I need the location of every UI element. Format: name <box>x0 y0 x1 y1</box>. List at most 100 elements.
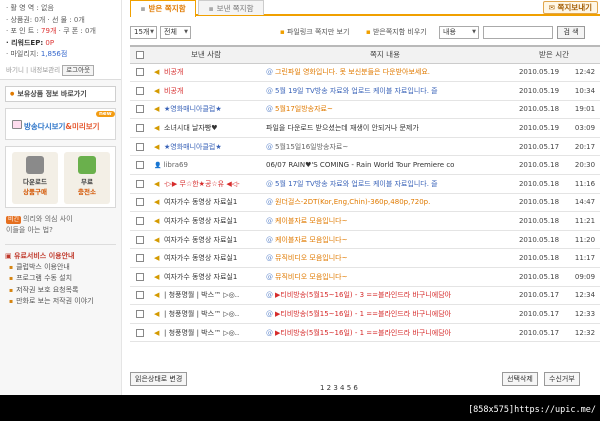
table-row[interactable]: ◀ 비공개 @ 그린파일 영화입니다. 못 보신분들은 다운받아보세요. 2010.05… <box>130 63 600 83</box>
table-row[interactable]: 👤 libra69 06/07 RAIN♥'S COMING - Rain Worl… <box>130 155 600 176</box>
tab-received[interactable]: ▪ 받은 쪽지함 <box>130 0 196 17</box>
table-row[interactable]: ◀ 여자가수 동영상 자료실1 @ 원더걸스-2DT(Kor,Eng,Chin)-36… <box>130 193 600 213</box>
file-link-only-link[interactable]: 파일링크 쪽지만 보기 <box>280 27 349 38</box>
table-row[interactable]: ◀ -▷▶ 무☆한★공☆유 ◀◁- @5월 17일 TV방송 자료와 업로드 케이블… <box>130 174 600 194</box>
sender-name[interactable]: | 청풍명월 | 박스™ ▷◎.. <box>164 291 239 299</box>
promo-text[interactable]: 비긴 의리와 의심 사이 이들을 아는 법? <box>6 214 115 236</box>
row-checkbox[interactable] <box>136 217 144 226</box>
table-row[interactable]: ◀ 여자가수 동영상 자료실1 @ 뮤직비디오 모음입니다~ 2010.05.18 11:… <box>130 248 600 269</box>
logout-button[interactable]: 로그아웃 <box>62 64 95 76</box>
table-row[interactable]: ◀ | 청풍명월 | 박스™ ▷◎.. @ ▶티비방송(5월15~16일) - 1 =… <box>130 323 600 343</box>
sender-name[interactable]: 비공개 <box>164 68 183 76</box>
header-received-time[interactable]: 받은 시간 <box>508 45 600 64</box>
sender-name[interactable]: 비공개 <box>164 87 183 95</box>
message-preview[interactable]: 파일을 다운로드 받으셨는데 재생이 안되거나 문제가 <box>266 124 419 132</box>
row-checkbox[interactable] <box>136 198 144 207</box>
sender-name[interactable]: 여자가수 동영상 자료실1 <box>164 273 237 281</box>
stat-value[interactable]: 79개 <box>41 27 56 35</box>
row-checkbox[interactable] <box>136 105 144 114</box>
message-preview[interactable]: ▶티비방송(5월15~16일) - 1 ==블라인드라 바구니에담아 <box>275 310 451 318</box>
select-all-checkbox[interactable] <box>136 51 144 60</box>
sender-name[interactable]: -▷▶ 무☆한★공☆유 ◀◁- <box>164 180 240 188</box>
message-preview[interactable]: 06/07 RAIN♥'S COMING - Rain World Tour P… <box>266 161 454 169</box>
service-item[interactable]: 프로그램 수동 설치 <box>5 273 116 285</box>
message-preview[interactable]: 5월17일방송자료~ <box>275 105 333 113</box>
sender-name[interactable]: | 청풍명월 | 박스™ ▷◎.. <box>164 310 239 318</box>
row-checkbox[interactable] <box>136 254 144 263</box>
stat-value[interactable]: 0개 <box>85 27 96 35</box>
row-checkbox[interactable] <box>136 86 144 95</box>
sender-name[interactable]: ★영화매니아클럽★ <box>164 143 222 151</box>
search-button[interactable]: 검 색 <box>557 26 585 39</box>
table-row[interactable]: ◀ 비공개 @5월 19일 TV방송 자료와 업로드 케이블 자료입니다. 즐 201… <box>130 81 600 101</box>
sender-name[interactable]: 소녀시대 날자빵♥ <box>164 124 218 132</box>
row-checkbox[interactable] <box>136 161 144 170</box>
stat-value[interactable]: 0P <box>45 39 54 47</box>
message-preview[interactable]: 원더걸스-2DT(Kor,Eng,Chin)-360p,480p,720p. <box>275 198 430 206</box>
pagination[interactable]: 1 2 3 4 5 6 <box>320 384 358 392</box>
message-preview[interactable]: ▶티비방송(5월15~16일) - 1 ==블라인드라 바구니에담아 <box>275 329 451 337</box>
delete-selected-button[interactable]: 선택삭제 <box>502 372 538 386</box>
tab-sent[interactable]: ▪ 보낸 쪽지함 <box>198 0 264 15</box>
row-checkbox[interactable] <box>136 179 144 188</box>
table-row[interactable]: ◀ 소녀시대 날자빵♥ 파일을 다운로드 받으셨는데 재생이 안되거나 문제가 201… <box>130 118 600 138</box>
tab-dot: ▪ <box>140 4 146 13</box>
message-preview[interactable]: 그린파일 영화입니다. 못 보신분들은 다운받아보세요. <box>275 68 430 76</box>
table-row[interactable]: ◀ | 청풍명월 | 박스™ ▷◎.. @ ▶티비방송(5월15~16일) - 1 =… <box>130 304 600 324</box>
owned-products-link[interactable]: 보유상품 정보 바로가기 <box>5 85 116 102</box>
row-checkbox[interactable] <box>136 124 144 133</box>
speaker-icon: ◀ <box>154 86 160 95</box>
message-preview[interactable]: 뮤직비디오 모음입니다~ <box>275 273 348 281</box>
free-charge-button[interactable]: 무료 충전소 <box>64 151 110 204</box>
sender-name[interactable]: 여자가수 동영상 자료실1 <box>164 198 237 206</box>
stat-label: · 포 인 트 : <box>6 27 39 35</box>
row-checkbox[interactable] <box>136 310 144 319</box>
service-item[interactable]: 클럽박스 이용안내 <box>5 262 116 274</box>
service-item[interactable]: 만화로 보는 저작권 이야기 <box>5 296 116 308</box>
stat-giftcard: · 상품권: 0개 · 선 물 : 0개 <box>6 15 115 27</box>
mark-read-button[interactable]: 읽은상태로 변경 <box>130 372 188 386</box>
page-size-select[interactable]: 15개 <box>130 26 157 39</box>
content-cell: @ 뮤직비디오 모음입니다~ <box>262 267 508 287</box>
table-row[interactable]: ◀ ★영화매니아클럽★ @5월17일방송자료~ 2010.05.18 19:01 <box>130 100 600 120</box>
message-preview[interactable]: 뮤직비디오 모음입니다~ <box>275 254 348 262</box>
empty-inbox-link[interactable]: 받은쪽지함 비우기 <box>366 27 427 38</box>
header-content[interactable]: 쪽지 내용 <box>262 45 508 64</box>
stat-value[interactable]: 0개 <box>74 16 85 24</box>
row-checkbox[interactable] <box>136 328 144 337</box>
header-sender[interactable]: 보낸 사람 <box>150 45 262 64</box>
write-message-button[interactable]: ✉ 쪽지보내기 <box>542 1 598 14</box>
block-sender-button[interactable]: 수신거부 <box>544 372 580 386</box>
row-checkbox[interactable] <box>136 291 144 300</box>
search-input[interactable] <box>483 26 553 39</box>
row-checkbox[interactable] <box>136 272 144 281</box>
sender-name[interactable]: 여자가수 동영상 자료실1 <box>164 254 237 262</box>
table-row[interactable]: ◀ 여자가수 동영상 자료실1 @ 케이블자료 모음입니다~ 2010.05.18 11:… <box>130 230 600 250</box>
message-preview[interactable]: 케이블자료 모음입니다~ <box>275 236 348 244</box>
message-preview[interactable]: 5월 17일 TV방송 자료와 업로드 케이블 자료입니다. 즐 <box>275 180 438 188</box>
message-preview[interactable]: 5월 19일 TV방송 자료와 업로드 케이블 자료입니다. 즐 <box>275 87 438 95</box>
stat-value[interactable]: 0개 <box>34 16 45 24</box>
sender-name[interactable]: ★영화매니아클럽★ <box>164 105 222 113</box>
row-checkbox[interactable] <box>136 235 144 244</box>
message-preview[interactable]: 케이블자료 모음입니다~ <box>275 217 348 225</box>
sender-name[interactable]: | 청풍명월 | 박스™ ▷◎.. <box>164 329 239 337</box>
table-row[interactable]: ◀ | 청풍명월 | 박스™ ▷◎.. @ ▶티비방송(5월15~16일) - 3 =… <box>130 286 600 306</box>
account-links[interactable]: 바기니 | 내정보관리 <box>6 66 60 74</box>
rebroadcast-banner[interactable]: 방송다시보기&미리보기 new <box>5 107 116 140</box>
search-field-select[interactable]: 내용 <box>439 26 479 39</box>
stat-value[interactable]: 1,856점 <box>41 50 67 58</box>
service-item[interactable]: 저작권 보호 요청목록 <box>5 285 116 297</box>
table-row[interactable]: ◀ 여자가수 동영상 자료실1 @ 뮤직비디오 모음입니다~ 2010.05.18 09:… <box>130 267 600 287</box>
message-preview[interactable]: ▶티비방송(5월15~16일) - 3 ==블라인드라 바구니에담아 <box>275 291 451 299</box>
table-row[interactable]: ◀ 여자가수 동영상 자료실1 @ 케이블자료 모음입니다~ 2010.05.18 11:… <box>130 211 600 231</box>
sender-name[interactable]: 여자가수 동영상 자료실1 <box>164 236 237 244</box>
row-checkbox[interactable] <box>136 142 144 151</box>
sender-name[interactable]: libra69 <box>163 161 187 169</box>
table-row[interactable]: ◀ ★영화매니아클럽★ @5월15일16일방송자료~ 2010.05.17 20:17 <box>130 137 600 157</box>
sender-name[interactable]: 여자가수 동영상 자료실1 <box>164 217 237 225</box>
filter-select[interactable]: 전체 <box>160 26 191 39</box>
message-preview[interactable]: 5월15일16일방송자료~ <box>275 143 348 151</box>
download-product-button[interactable]: 다운로드 상품구매 <box>12 151 58 204</box>
row-checkbox[interactable] <box>136 68 144 77</box>
